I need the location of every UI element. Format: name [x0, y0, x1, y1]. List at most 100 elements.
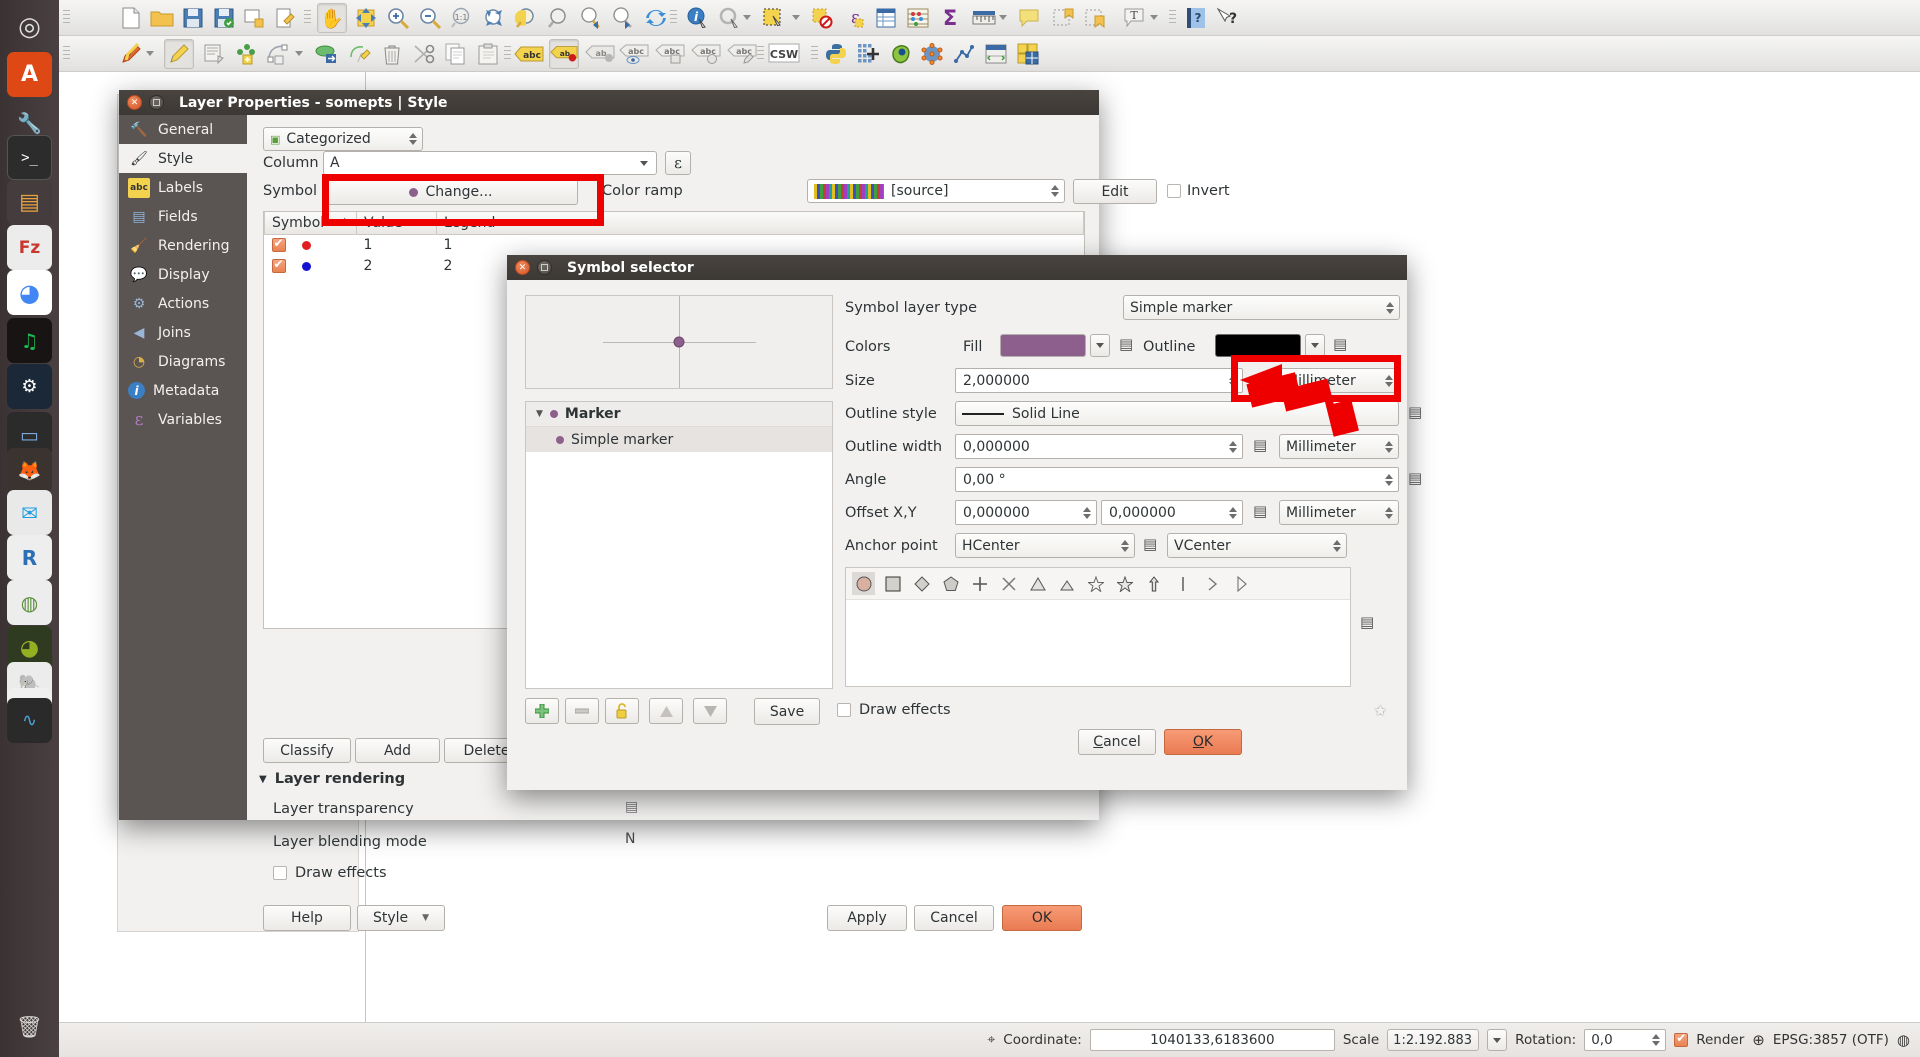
sidebar-item-variables[interactable]: ε Variables [119, 405, 247, 434]
zoom-to-selection-icon[interactable] [511, 3, 541, 33]
sidebar-item-fields[interactable]: ▤ Fields [119, 202, 247, 231]
statistical-summary-icon[interactable]: Σ [935, 3, 965, 33]
open-attribute-table-icon[interactable] [871, 3, 901, 33]
transparency-data-defined-icon[interactable]: ▤ [625, 799, 638, 815]
sidebar-item-actions[interactable]: ⚙ Actions [119, 289, 247, 318]
text-annotation-icon[interactable]: T [1119, 3, 1149, 33]
equilateral-triangle-shape[interactable] [1055, 572, 1078, 595]
launcher-item-filezilla[interactable]: Fz [7, 225, 52, 270]
classify-button[interactable]: Classify [263, 738, 351, 763]
add-symbol-layer-button[interactable] [525, 698, 559, 724]
show-bookmarks-icon[interactable] [1081, 3, 1111, 33]
pan-map-icon[interactable]: ✋ [317, 3, 347, 33]
offset-x-input[interactable]: 0,000000 [955, 500, 1097, 525]
color-ramp-spin-arrows[interactable] [1051, 185, 1059, 197]
scale-dropdown-icon[interactable] [1487, 1029, 1508, 1051]
move-label-icon[interactable]: abc [655, 39, 685, 69]
offset-x-spin-arrows[interactable] [1083, 506, 1091, 519]
maximize-button[interactable] [149, 95, 164, 110]
outline-style-combo[interactable]: Solid Line [955, 401, 1399, 426]
effects-settings-icon[interactable]: ✩ [1374, 701, 1387, 720]
rotation-spin-arrows[interactable] [1652, 1034, 1661, 1046]
row-value-cell[interactable]: 1 [357, 235, 437, 256]
star-shape[interactable] [1113, 572, 1136, 595]
star-outline-shape[interactable] [1084, 572, 1107, 595]
launcher-item-terminal[interactable]: >_ [7, 135, 52, 180]
zoom-next-icon[interactable] [607, 3, 637, 33]
layer-rendering-section-header[interactable]: ▼ Layer rendering [259, 771, 405, 787]
toolbar-grip[interactable] [757, 46, 764, 62]
change-label-icon[interactable]: abc [727, 39, 757, 69]
save-layer-edits-icon[interactable] [199, 39, 229, 69]
size-unit-combo[interactable]: Millimeter [1279, 368, 1399, 393]
toggle-editing-icon[interactable] [164, 39, 194, 69]
toolbar-grip[interactable] [63, 46, 70, 62]
sidebar-item-metadata[interactable]: i Metadata [119, 376, 247, 405]
zoom-last-icon[interactable] [575, 3, 605, 33]
launcher-item-files[interactable]: ▤ [7, 180, 52, 225]
launcher-item-trash[interactable]: 🗑 [7, 1005, 52, 1050]
change-symbol-button[interactable]: Change... [323, 179, 578, 205]
circle-shape[interactable] [852, 572, 875, 595]
expression-button[interactable]: ε [665, 151, 691, 175]
symbol-selector-dialog[interactable]: ✕ Symbol selector ▼ Marker Simple marker [507, 255, 1422, 790]
select-by-expression-icon[interactable]: ε [839, 3, 869, 33]
whats-this-icon[interactable]: ? [1212, 3, 1242, 33]
color-ramp-combo[interactable]: [source] [807, 179, 1065, 203]
toolbar-grip[interactable] [63, 10, 70, 26]
anchor-h-spin-arrows[interactable] [1121, 539, 1129, 552]
cut-features-icon[interactable] [409, 39, 439, 69]
offset-y-input[interactable]: 0,000000 [1101, 500, 1243, 525]
remove-symbol-layer-button[interactable] [565, 698, 599, 724]
measure-dropdown-icon[interactable] [999, 15, 1007, 20]
offset-data-defined-icon[interactable]: ▤ [1253, 502, 1267, 520]
python-console-icon[interactable] [821, 39, 851, 69]
tree-item-simple-marker[interactable]: Simple marker [526, 427, 832, 452]
layer-properties-titlebar[interactable]: ✕ Layer Properties - somepts | Style [119, 90, 1099, 115]
launcher-item-system-monitor[interactable]: ∿ [7, 698, 52, 743]
outline-width-input[interactable]: 0,000000 [955, 434, 1243, 459]
offset-unit-spin-arrows[interactable] [1385, 506, 1393, 519]
size-unit-spin-arrows[interactable] [1385, 374, 1393, 387]
launcher-item-gimp[interactable]: 🦊 [7, 448, 52, 493]
size-data-defined-icon[interactable]: ▤ [1253, 370, 1267, 388]
toolbar-grip[interactable] [504, 46, 511, 62]
current-edits-dropdown-icon[interactable] [146, 51, 154, 56]
save-project-icon[interactable] [178, 3, 208, 33]
composer-manager-icon[interactable] [271, 3, 301, 33]
current-edits-icon[interactable] [116, 39, 146, 69]
row-symbol-cell[interactable] [265, 235, 357, 256]
help-contents-icon[interactable]: ? [1181, 3, 1211, 33]
triangle-shape[interactable] [1026, 572, 1049, 595]
column-header-symbol[interactable]: Symbol ▲ [264, 212, 357, 235]
line-shape[interactable] [1171, 572, 1194, 595]
launcher-item-rstudio[interactable]: R [7, 535, 52, 580]
sidebar-item-labels[interactable]: abc Labels [119, 173, 247, 202]
row-checkbox[interactable] [271, 257, 286, 273]
pin-labels-icon[interactable]: ab [585, 39, 615, 69]
outline-width-unit-spin-arrows[interactable] [1385, 440, 1393, 453]
sidebar-item-style[interactable]: 🖌 Style [119, 144, 247, 173]
edit-color-ramp-button[interactable]: Edit [1073, 179, 1157, 204]
select-features-icon[interactable] [759, 3, 789, 33]
blending-mode-combo-partial[interactable]: N [625, 831, 635, 847]
sidebar-item-display[interactable]: 💬 Display [119, 260, 247, 289]
zoom-native-icon[interactable]: 1:1 [447, 3, 477, 33]
refresh-icon[interactable] [641, 3, 671, 33]
pentagon-shape[interactable] [939, 572, 962, 595]
anchor-v-combo[interactable]: VCenter [1167, 533, 1347, 558]
symbol-draw-effects-row[interactable]: Draw effects [837, 702, 951, 718]
pan-to-selection-icon[interactable] [351, 3, 381, 33]
save-project-as-icon[interactable] [209, 3, 239, 33]
outline-width-spin-arrows[interactable] [1229, 440, 1237, 453]
sidebar-item-diagrams[interactable]: ◔ Diagrams [119, 347, 247, 376]
close-button[interactable]: ✕ [127, 95, 142, 110]
add-category-button[interactable]: Add [355, 738, 440, 763]
sidebar-item-rendering[interactable]: 🧹 Rendering [119, 231, 247, 260]
anchor-v-spin-arrows[interactable] [1333, 539, 1341, 552]
chevron-down-icon[interactable] [634, 153, 654, 173]
group-stats-icon[interactable] [1013, 39, 1043, 69]
sidebar-item-joins[interactable]: ◀ Joins [119, 318, 247, 347]
cross-shape[interactable] [968, 572, 991, 595]
size-input[interactable]: 2,000000 [955, 368, 1243, 393]
